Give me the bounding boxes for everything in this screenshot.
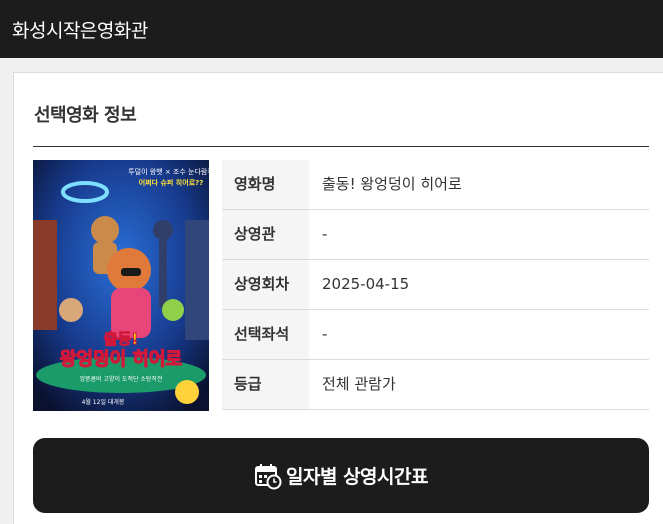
poster-release: 4월 12일 대개봉 (82, 398, 125, 406)
poster-title-line-1: 출동! (104, 330, 138, 348)
info-row-theater: 상영관 - (222, 210, 649, 260)
info-label: 선택좌석 (222, 310, 309, 359)
top-header-bar: 화성시작은영화관 (0, 0, 663, 58)
info-row-seat: 선택좌석 - (222, 310, 649, 360)
poster-top-text-2: 어쩌다 슈퍼 히어로?? (139, 178, 204, 187)
section-title: 선택영화 정보 (34, 105, 137, 126)
movie-info-table: 영화명 출동! 왕엉덩이 히어로 상영관 - 상영회차 2025-04-15 선… (222, 160, 649, 410)
info-label: 상영관 (222, 210, 309, 259)
calendar-clock-icon (254, 462, 282, 490)
schedule-button-label: 일자별 상영시간표 (286, 466, 428, 488)
poster-top-text-1: 투덜이 왕뱃 × 조수 눈다람쥐 (128, 167, 209, 176)
schedule-by-date-button[interactable]: 일자별 상영시간표 (33, 438, 649, 513)
info-value: 출동! 왕엉덩이 히어로 (322, 175, 462, 193)
info-row-session: 상영회차 2025-04-15 (222, 260, 649, 310)
info-value: - (322, 325, 328, 343)
movie-poster: 투덜이 왕뱃 × 조수 눈다람쥐 어쩌다 슈퍼 히어로?? 출동! 왕엉덩이 히… (33, 160, 209, 411)
info-value: 전체 관람가 (322, 375, 396, 393)
info-value: - (322, 225, 328, 243)
cinema-title: 화성시작은영화관 (12, 20, 148, 42)
section-divider (33, 146, 649, 147)
movie-info-card: 선택영화 정보 투덜이 왕뱃 × 조수 눈다람쥐 어쩌다 슈퍼 히어로?? 출동… (13, 72, 663, 524)
info-label: 영화명 (222, 160, 309, 209)
poster-title-line-2: 왕엉덩이 히어로 (60, 349, 182, 370)
info-row-rating: 등급 전체 관람가 (222, 360, 649, 410)
poster-tagline: 엉뚱콤비 고양이 도적단 소탕작전 (79, 375, 162, 383)
info-row-title: 영화명 출동! 왕엉덩이 히어로 (222, 160, 649, 210)
info-label: 등급 (222, 360, 309, 409)
info-label: 상영회차 (222, 260, 309, 309)
info-value: 2025-04-15 (322, 275, 410, 293)
